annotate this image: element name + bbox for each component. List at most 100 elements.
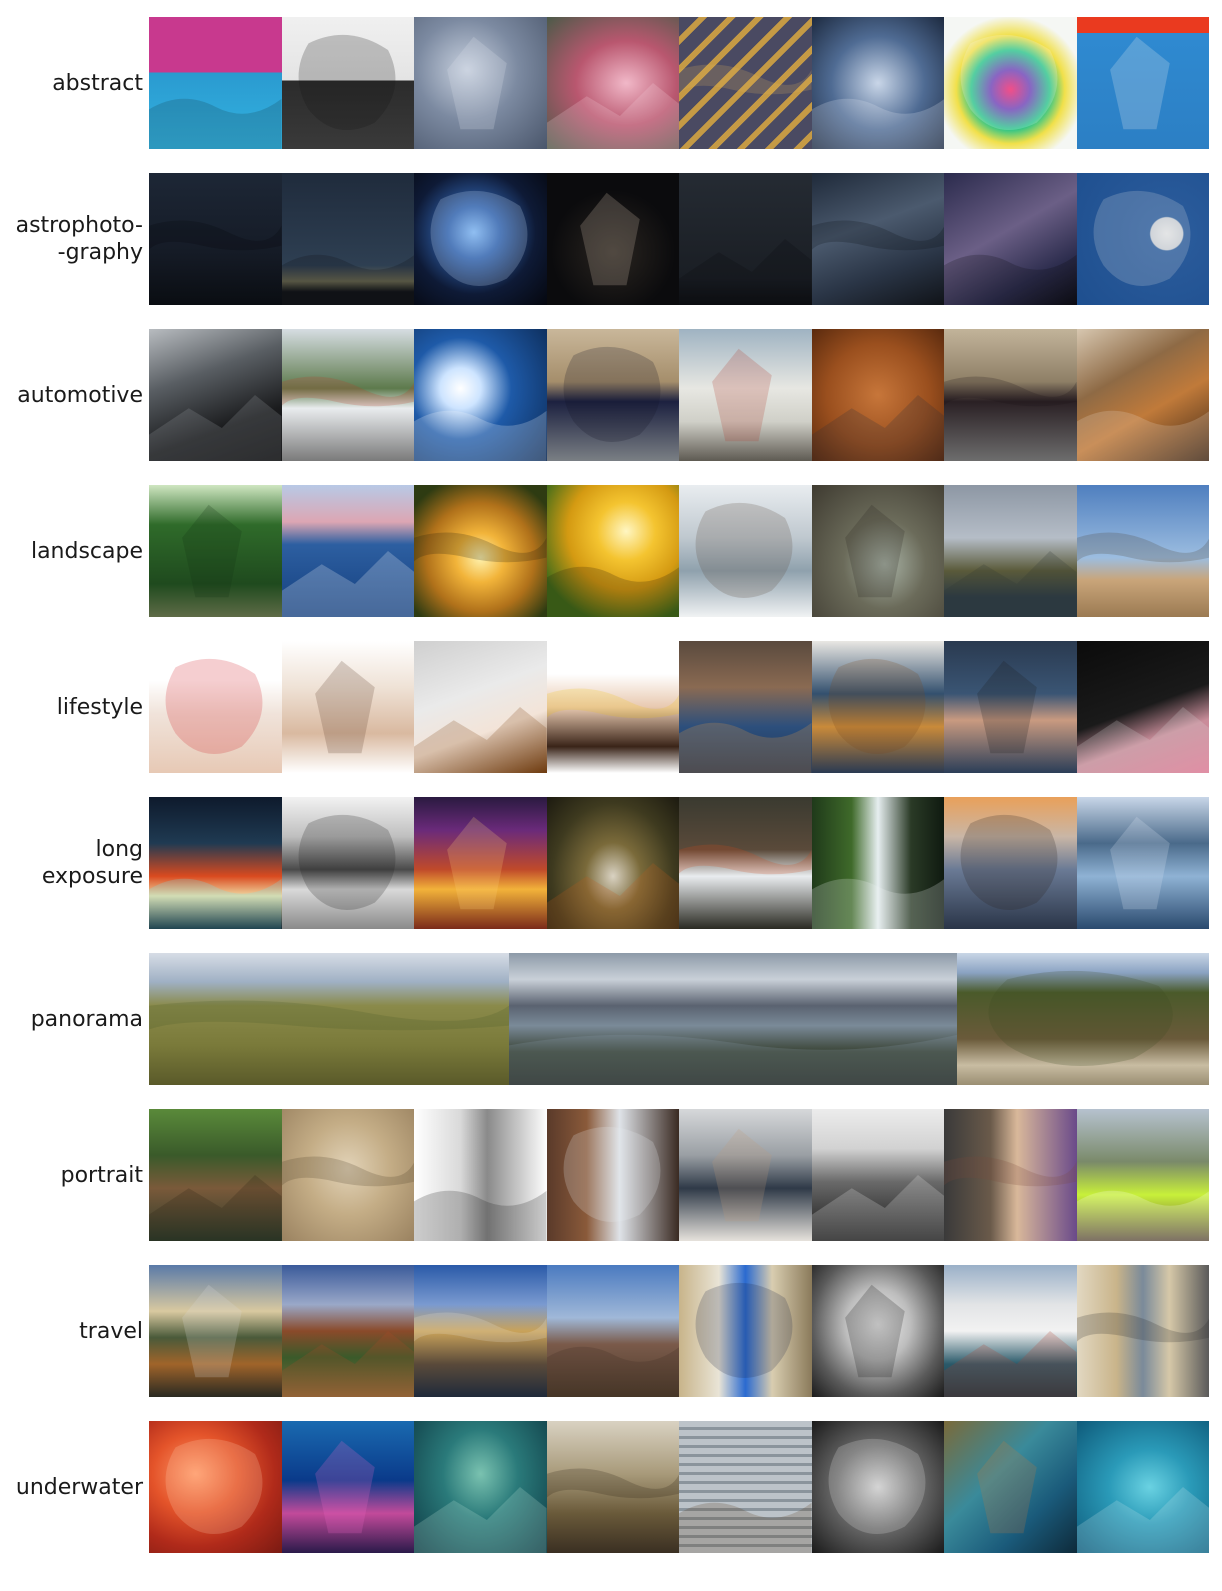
coral-diver-photo[interactable] bbox=[281, 1421, 414, 1553]
photo-texture bbox=[546, 1468, 679, 1499]
photo-texture bbox=[695, 1282, 793, 1379]
hillside-panorama-photo[interactable] bbox=[957, 953, 1209, 1085]
image-strip bbox=[149, 485, 1209, 617]
blue-facade-photo[interactable] bbox=[1076, 17, 1209, 149]
sepia-portrait-photo[interactable] bbox=[281, 1109, 414, 1241]
night-traffic-photo[interactable] bbox=[414, 797, 547, 929]
red-fish-photo[interactable] bbox=[149, 1421, 282, 1553]
phone-hands-photo[interactable] bbox=[944, 641, 1077, 773]
lake-valley-panorama-photo[interactable] bbox=[509, 953, 957, 1085]
snowy-river-photo[interactable] bbox=[679, 485, 812, 617]
leather-emblem-photo[interactable] bbox=[811, 329, 944, 461]
child-eating-photo[interactable] bbox=[679, 641, 812, 773]
blue-headlight-photo[interactable] bbox=[414, 329, 547, 461]
sailboat-sea-photo[interactable] bbox=[281, 485, 414, 617]
photo-texture bbox=[1076, 532, 1209, 563]
half-moon-photo[interactable] bbox=[1076, 173, 1209, 305]
forest-path-photo[interactable] bbox=[149, 485, 282, 617]
category-row: travel bbox=[0, 1265, 1222, 1397]
photo-texture bbox=[546, 688, 679, 719]
photo-texture bbox=[1076, 1312, 1209, 1343]
convertible-photo[interactable] bbox=[546, 329, 679, 461]
riverbed-branch-photo[interactable] bbox=[546, 1421, 679, 1553]
canal-house-photo[interactable] bbox=[281, 1265, 414, 1397]
image-strip bbox=[149, 953, 1209, 1085]
dark-sky-photo[interactable] bbox=[679, 173, 812, 305]
horizon-stars-photo[interactable] bbox=[281, 173, 414, 305]
photo-texture bbox=[314, 660, 375, 754]
pleiades-photo[interactable] bbox=[414, 173, 547, 305]
bw-woman-smiling-photo[interactable] bbox=[414, 1109, 547, 1241]
dropper-bottle-photo[interactable] bbox=[414, 641, 547, 773]
white-fiat-photo[interactable] bbox=[679, 329, 812, 461]
photo-texture bbox=[149, 220, 282, 251]
diving-bird-photo[interactable] bbox=[679, 1421, 812, 1553]
photo-texture bbox=[414, 410, 547, 461]
sunset-tree-photo[interactable] bbox=[414, 485, 547, 617]
color-blur-photo[interactable] bbox=[944, 17, 1077, 149]
phone-pink-photo[interactable] bbox=[1076, 641, 1209, 773]
diver-greenwater-photo[interactable] bbox=[414, 1421, 547, 1553]
construction-worker-photo[interactable] bbox=[1076, 1109, 1209, 1241]
mountain-river-photo[interactable] bbox=[1076, 797, 1209, 929]
photo-texture bbox=[977, 660, 1037, 754]
subway-tunnel-photo[interactable] bbox=[811, 1265, 944, 1397]
night-trees-photo[interactable] bbox=[149, 173, 282, 305]
category-row: lifestyle bbox=[0, 641, 1222, 773]
galaxies-photo[interactable] bbox=[546, 173, 679, 305]
old-town-street-photo[interactable] bbox=[1076, 1265, 1209, 1397]
bare-forest-photo[interactable] bbox=[546, 1265, 679, 1397]
woman-hoodie-photo[interactable] bbox=[679, 1109, 812, 1241]
riverside-cafe-photo[interactable] bbox=[414, 1265, 547, 1397]
bw-street-photo[interactable] bbox=[281, 797, 414, 929]
pink-blue-windows-photo[interactable] bbox=[149, 17, 282, 149]
narrow-street-photo[interactable] bbox=[679, 1265, 812, 1397]
harbor-boat-photo[interactable] bbox=[944, 1265, 1077, 1397]
forest-stream-photo[interactable] bbox=[546, 797, 679, 929]
photo-texture bbox=[546, 83, 679, 149]
photo-texture bbox=[298, 34, 395, 131]
category-row: landscape bbox=[0, 485, 1222, 617]
waterfall-photo[interactable] bbox=[811, 797, 944, 929]
milky-way-photo[interactable] bbox=[811, 173, 944, 305]
birthday-cake-photo[interactable] bbox=[546, 641, 679, 773]
category-label: long exposure bbox=[41, 837, 143, 889]
car-interior-photo[interactable] bbox=[149, 329, 282, 461]
grassland-panorama-photo[interactable] bbox=[149, 953, 509, 1085]
photo-texture bbox=[447, 816, 507, 910]
drinking-water-photo[interactable] bbox=[149, 641, 282, 773]
golden-field-horse-photo[interactable] bbox=[546, 485, 679, 617]
guitar-photo[interactable] bbox=[811, 641, 944, 773]
grey-curves-photo[interactable] bbox=[414, 17, 547, 149]
bare-tree-photo[interactable] bbox=[1076, 485, 1209, 617]
stone-bridge-photo[interactable] bbox=[811, 485, 944, 617]
eyebrow-care-photo[interactable] bbox=[281, 641, 414, 773]
pink-petals-photo[interactable] bbox=[546, 17, 679, 149]
naval-officer-photo[interactable] bbox=[811, 1109, 944, 1241]
photo-texture bbox=[811, 1175, 944, 1241]
photo-texture bbox=[414, 532, 547, 563]
photo-texture bbox=[712, 348, 772, 442]
man-hat-forest-photo[interactable] bbox=[149, 1109, 282, 1241]
leather-seats-photo[interactable] bbox=[1076, 329, 1209, 461]
dark-sedan-photo[interactable] bbox=[944, 329, 1077, 461]
milky-way-purple-photo[interactable] bbox=[944, 173, 1077, 305]
category-row: abstract bbox=[0, 17, 1222, 149]
painted-portrait-photo[interactable] bbox=[944, 1109, 1077, 1241]
shark-photo[interactable] bbox=[1076, 1421, 1209, 1553]
sunset-rocks-photo[interactable] bbox=[944, 797, 1077, 929]
white-hatchback-photo[interactable] bbox=[281, 329, 414, 461]
city-light-trails-photo[interactable] bbox=[149, 797, 282, 929]
autumn-marsh-photo[interactable] bbox=[149, 1265, 282, 1397]
water-reflection-photo[interactable] bbox=[811, 17, 944, 149]
steel-truss-photo[interactable] bbox=[281, 17, 414, 149]
cloudy-hills-photo[interactable] bbox=[944, 485, 1077, 617]
autumn-cascade-photo[interactable] bbox=[679, 797, 812, 929]
diagonal-stripes-photo[interactable] bbox=[679, 17, 812, 149]
photo-texture bbox=[944, 376, 1077, 407]
photo-texture bbox=[149, 98, 282, 149]
bw-fish-school-photo[interactable] bbox=[811, 1421, 944, 1553]
reef-teal-photo[interactable] bbox=[944, 1421, 1077, 1553]
lab-worker-photo[interactable] bbox=[546, 1109, 679, 1241]
photo-texture bbox=[844, 1284, 905, 1378]
